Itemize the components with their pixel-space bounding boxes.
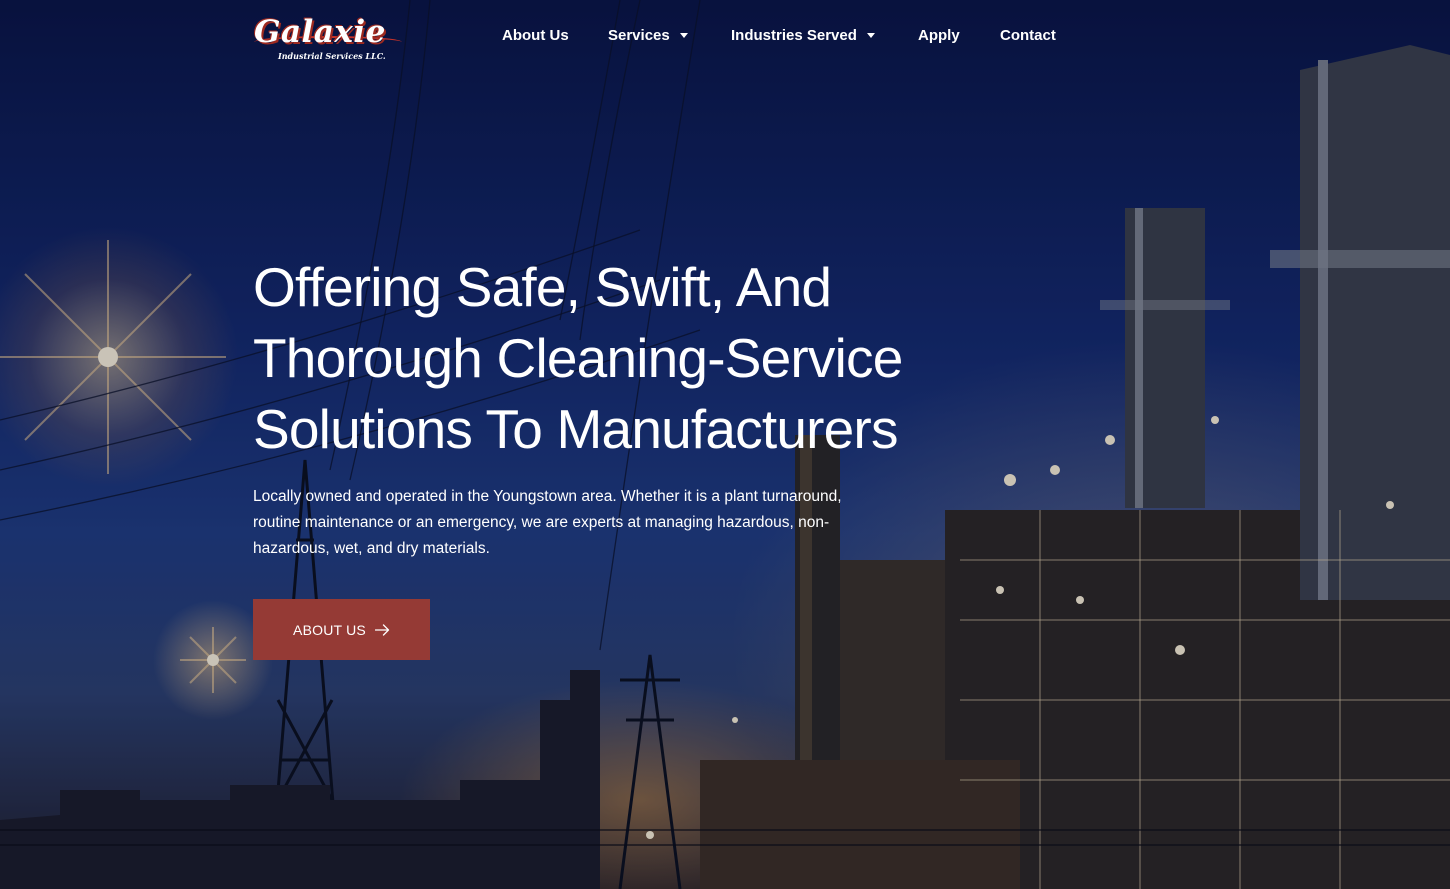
logo-tagline: Industrial Services LLC. <box>278 51 386 61</box>
nav-item-label: Services <box>608 27 670 44</box>
intro-line: routine maintenance or an emergency, we … <box>253 514 830 531</box>
nav-item-industries-served[interactable]: Industries Served <box>731 27 875 44</box>
nav-item-label: About Us <box>502 27 569 44</box>
about-us-button-label: ABOUT US <box>293 621 366 638</box>
about-us-button[interactable]: ABOUT US <box>253 599 430 660</box>
hero-section: Galaxie Industrial Services LLC. About U… <box>0 0 1450 889</box>
arrow-right-icon <box>374 623 390 636</box>
hero-intro-text: Locally owned and operated in the Youngs… <box>253 484 913 562</box>
intro-line: Locally owned and operated in the Youngs… <box>253 488 842 505</box>
headline-line: Solutions To Manufacturers <box>253 398 898 460</box>
nav-item-services[interactable]: Services <box>608 27 688 44</box>
galaxie-logo[interactable]: Galaxie Industrial Services LLC. <box>254 14 404 64</box>
nav-item-label: Contact <box>1000 27 1056 44</box>
headline-line: Thorough Cleaning-Service <box>253 327 903 389</box>
nav-item-contact[interactable]: Contact <box>1000 27 1056 44</box>
caret-down-icon <box>866 33 875 38</box>
caret-down-icon <box>679 33 688 38</box>
hero-headline: Offering Safe, Swift, And Thorough Clean… <box>253 252 973 465</box>
nav-item-about-us[interactable]: About Us <box>502 27 569 44</box>
nav-item-apply[interactable]: Apply <box>918 27 960 44</box>
intro-line: hazardous, wet, and dry materials. <box>253 540 490 557</box>
nav-item-label: Apply <box>918 27 960 44</box>
headline-line: Offering Safe, Swift, And <box>253 256 832 318</box>
logo-wordmark: Galaxie <box>254 14 386 50</box>
nav-item-label: Industries Served <box>731 27 857 44</box>
